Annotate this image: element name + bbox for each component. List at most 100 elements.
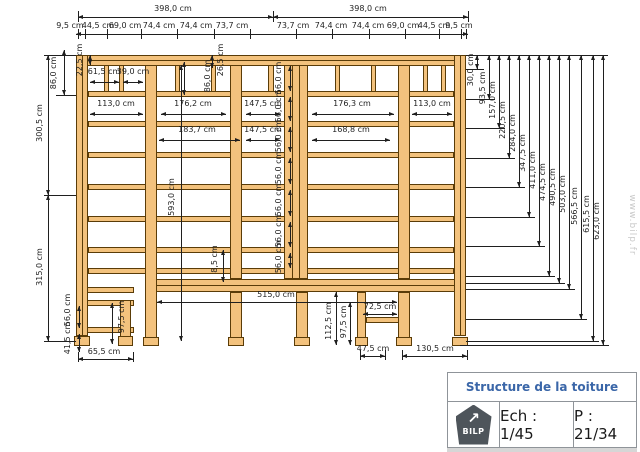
dimension-line (603, 55, 604, 345)
dim-label: 56,0 cm (275, 184, 283, 217)
dimension-line (412, 114, 452, 115)
timber-member (145, 65, 157, 338)
dim-label: 300,5 cm (36, 104, 44, 142)
dim-label: 56,0 cm (275, 152, 283, 185)
timber-member (335, 65, 340, 92)
page-edge (447, 448, 637, 452)
drawing-title: Structure de la toiture (448, 373, 636, 402)
extension-line (296, 29, 297, 39)
dim-label: 73,7 cm (216, 22, 249, 30)
extension-line (85, 29, 86, 39)
dimension-line (290, 127, 291, 152)
dimension-line (290, 158, 291, 184)
timber-member (296, 292, 308, 338)
dim-label: 9,5 cm (56, 22, 83, 30)
drawing-page: 398,0 cm398,0 cm9,5 cm44,5 cm69,0 cm74,4… (0, 0, 640, 452)
extension-line (402, 350, 403, 360)
dim-label: 168,8 cm (332, 126, 370, 134)
dimension-line (529, 55, 530, 217)
watermark: www.bilp.fr (627, 194, 637, 255)
timber-member (398, 65, 410, 279)
timber-member (396, 337, 412, 346)
dimension-line (273, 17, 468, 18)
title-block: Structure de la toiture ↗ BILP Ech : 1/4… (447, 372, 637, 448)
dim-label: 56,0 cm (275, 120, 283, 153)
dim-label: 39,0 cm (117, 68, 150, 76)
dimension-line (312, 114, 394, 115)
extension-line (461, 29, 462, 39)
dim-label: 503,0 cm (559, 175, 567, 213)
extension-line (214, 29, 215, 39)
timber-member (423, 65, 428, 92)
extension-line (466, 341, 599, 342)
dimension-line (360, 356, 385, 357)
dim-label: 398,0 cm (349, 5, 387, 13)
dimension-line (79, 306, 80, 328)
bilp-logo: ↗ BILP (456, 405, 492, 445)
timber-member (371, 65, 376, 92)
dimension-line (593, 55, 594, 341)
dim-label: 411,0 cm (529, 151, 537, 189)
extension-line (273, 11, 274, 22)
dimension-line (559, 55, 560, 283)
dim-label: 74,4 cm (352, 22, 385, 30)
dimension-line (312, 140, 390, 141)
dim-label: 157,0 cm (489, 81, 497, 119)
dim-label: 615,5 cm (583, 195, 591, 233)
dimension-line (90, 82, 119, 83)
extension-line (466, 55, 608, 56)
dim-label: 284,0 cm (509, 114, 517, 152)
dim-label: 112,5 cm (325, 302, 333, 340)
member-edge (299, 66, 300, 278)
dimension-line (90, 55, 91, 65)
scale-label: Ech : 1/45 (500, 402, 574, 447)
dimension-line (290, 190, 291, 216)
dimension-line (569, 55, 570, 289)
dimension-line (76, 34, 468, 35)
dimension-line (223, 250, 224, 282)
extension-line (133, 352, 134, 362)
member-edge (82, 56, 83, 335)
dim-label: 113,0 cm (97, 100, 135, 108)
dim-label: 398,0 cm (154, 5, 192, 13)
dim-label: 113,0 cm (413, 100, 451, 108)
extension-line (466, 276, 555, 277)
extension-line (466, 29, 467, 39)
member-edge (146, 285, 465, 286)
dimension-line (539, 55, 540, 246)
member-edge (460, 56, 461, 335)
dim-label: 86,0 cm (50, 57, 58, 90)
extension-line (141, 29, 142, 39)
dim-label: 623,0 cm (593, 202, 601, 240)
extension-line (78, 29, 79, 39)
extension-line (466, 246, 545, 247)
dim-label: 26,5 cm (217, 44, 225, 77)
dimension-line (290, 97, 291, 121)
extension-line (466, 289, 575, 290)
dimension-line (161, 114, 226, 115)
dim-label: 74,4 cm (143, 22, 176, 30)
logo-cell: ↗ BILP (448, 402, 500, 447)
dim-label: 97,5 cm (118, 301, 126, 334)
dim-label: 61,5 cm (88, 68, 121, 76)
member-edge (292, 66, 293, 278)
dimension-line (78, 359, 133, 360)
dim-label: 176,3 cm (333, 100, 371, 108)
dim-label: 69,0 cm (109, 22, 142, 30)
dimension-line (477, 55, 478, 69)
dim-label: 8,5 cm (211, 245, 219, 272)
dim-label: 41,5 cm (64, 322, 72, 355)
dimension-line (123, 82, 143, 83)
dimension-line (78, 17, 273, 18)
extension-line (439, 29, 440, 39)
extension-line (107, 29, 108, 39)
dimension-line (363, 314, 397, 315)
dim-label: 593,0 cm (168, 178, 176, 216)
dimension-line (184, 62, 185, 95)
timber-member (230, 292, 242, 338)
dimension-line (159, 140, 240, 141)
dimension-line (290, 66, 291, 91)
dimension-line (336, 292, 337, 345)
extension-line (369, 29, 370, 39)
dimension-line (549, 55, 550, 276)
